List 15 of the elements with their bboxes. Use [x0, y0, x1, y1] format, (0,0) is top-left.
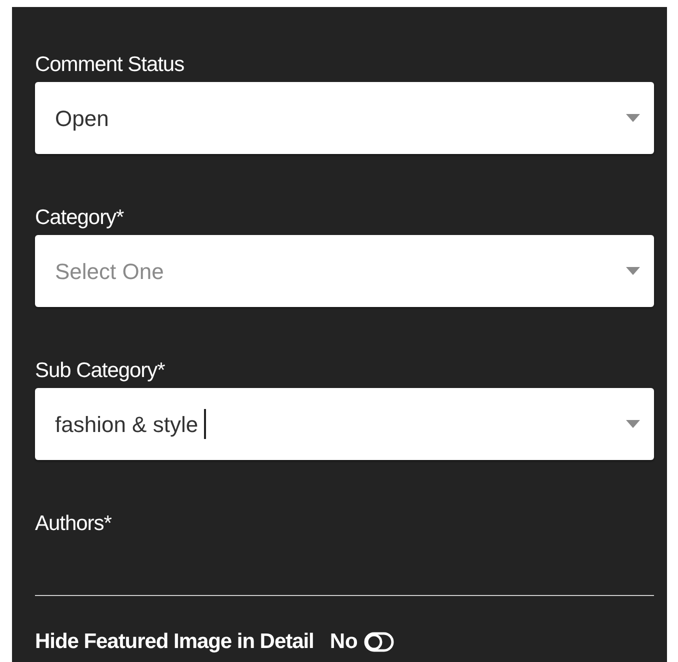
- toggle-switch[interactable]: [364, 632, 394, 652]
- dropdown-caret-icon: [626, 114, 640, 122]
- input-value: fashion & style: [55, 410, 198, 439]
- select-placeholder: Select One: [55, 258, 165, 286]
- field-label: Comment Status: [35, 54, 186, 76]
- select-value: Open: [55, 104, 110, 133]
- select-field[interactable]: Open: [35, 82, 654, 154]
- combo-input-field[interactable]: fashion & style: [35, 388, 654, 460]
- dropdown-caret-icon: [626, 420, 640, 428]
- toggle-state-text: No: [330, 630, 358, 654]
- field-label: Sub Category*: [35, 360, 166, 382]
- field-label: Category*: [35, 207, 125, 229]
- dropdown-caret-icon: [626, 267, 640, 275]
- field-label: Authors*: [35, 513, 112, 535]
- toggle-label: Hide Featured Image in Detail: [35, 630, 314, 654]
